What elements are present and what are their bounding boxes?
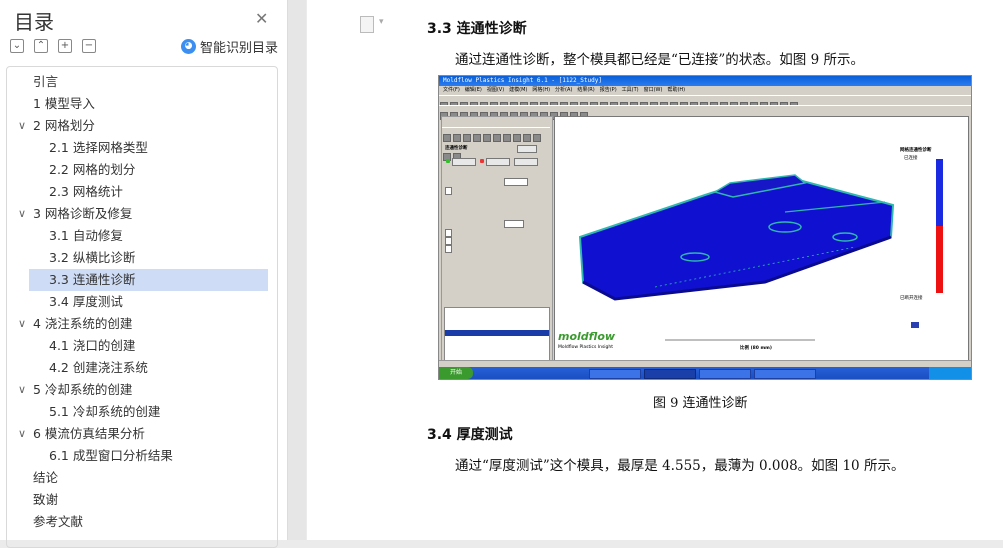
scale-label: 比例 (80 mm) [740,346,772,351]
close-icon[interactable]: ✕ [255,9,268,28]
remove-icon[interactable]: − [82,39,96,53]
window-title: Moldflow Plastics Insight 6.1 - [1122_St… [439,76,971,86]
mesh-model [578,159,943,341]
page-gutter [288,0,306,540]
smart-toc-button[interactable]: ◕ 智能识别目录 [181,37,278,56]
legend-top-label: 已连接 [904,156,918,161]
apply-button[interactable] [452,158,476,166]
document-icon[interactable] [360,16,374,33]
toc-item[interactable]: 5 冷却系统的创建 [33,379,132,401]
option-checkbox[interactable] [445,237,452,245]
tool-panel: 连通性诊断 [441,116,553,362]
toc-item[interactable]: 6 模流仿真结果分析 [33,423,145,445]
model-canvas[interactable]: 网格连通性诊断 已连接 已断开连接 moldflow Moldflow Plas… [554,116,969,362]
display-select[interactable] [504,220,524,228]
toc-item[interactable]: 3.4 厚度测试 [49,291,123,313]
toc-item[interactable]: 6.1 成型窗口分析结果 [49,445,173,467]
toc-item[interactable]: 引言 [33,71,58,93]
toc-item[interactable]: 5.1 冷却系统的创建 [49,401,160,423]
toc-item[interactable]: 3.2 纵横比诊断 [49,247,135,269]
entity-field[interactable] [504,178,528,186]
toc-item[interactable]: 2.1 选择网格类型 [49,137,148,159]
paragraph: 通过连通性诊断，整个模具都已经是“已连接”的状态。如图 9 所示。 [455,52,864,68]
task-button[interactable] [754,369,816,379]
legend-bottom-label: 已断开连接 [900,296,923,301]
toc-item[interactable]: 4.1 浇口的创建 [49,335,135,357]
layers-list[interactable] [444,307,550,361]
toolbar [439,95,971,110]
task-button[interactable] [699,369,751,379]
option-checkbox[interactable] [445,245,452,253]
toc-item[interactable]: 1 模型导入 [33,93,95,115]
chevron-down-icon[interactable]: ∨ [18,427,26,440]
toolbar [439,105,971,120]
section-heading: 3.4 厚度测试 [427,427,513,443]
taskbar: 开始 [439,367,971,379]
add-icon[interactable]: + [58,39,72,53]
brand-logo: moldflow [558,330,616,343]
close-icon[interactable] [480,159,484,163]
collapse-all-icon[interactable]: ⌄ [10,39,24,53]
toc-item[interactable]: 3 网格诊断及修复 [33,203,132,225]
figure-caption: 图 9 连通性诊断 [653,396,748,411]
toc-item[interactable]: 参考文献 [33,511,83,533]
task-button[interactable] [589,369,641,379]
toc-item[interactable]: 3.3 连通性诊断 [29,269,268,291]
close-button[interactable] [486,158,510,166]
brand-subtitle: Moldflow Plastics Insight [558,345,614,350]
task-button[interactable] [644,369,696,379]
tool-icons [442,127,550,161]
toc-item[interactable]: 2.3 网格统计 [49,181,123,203]
toc-item[interactable]: 4.2 创建浇注系统 [49,357,148,379]
toc-item[interactable]: 4 浇注系统的创建 [33,313,132,335]
start-button[interactable]: 开始 [439,367,473,379]
chevron-down-icon[interactable]: ▾ [379,17,384,27]
legend-disconnected [936,226,943,293]
legend-connected [936,159,943,226]
ai-icon: ◕ [181,39,196,54]
chevron-down-icon[interactable]: ∨ [18,207,26,220]
chevron-down-icon[interactable]: ∨ [18,317,26,330]
toc-title: 目录 [14,10,54,34]
toc-item[interactable]: 致谢 [33,489,58,511]
option-checkbox[interactable] [445,187,452,195]
smart-toc-label: 智能识别目录 [200,41,279,56]
toc-item[interactable]: 结论 [33,467,58,489]
toc-item[interactable]: 2 网格划分 [33,115,95,137]
help-button[interactable] [514,158,538,166]
toc-item[interactable]: 2.2 网格的划分 [49,159,135,181]
expand-up-icon[interactable]: ⌃ [34,39,48,53]
panel-title: 连通性诊断 [445,146,468,151]
chevron-down-icon[interactable]: ∨ [18,119,26,132]
system-tray [929,367,971,379]
apply-icon[interactable] [446,159,450,163]
panel-select[interactable] [517,145,537,153]
section-heading: 3.3 连通性诊断 [427,21,527,37]
paragraph: 通过“厚度测试”这个模具，最厚是 4.555，最薄为 0.008。如图 10 所… [455,458,905,474]
option-checkbox[interactable] [445,229,452,237]
figure-9-screenshot: Moldflow Plastics Insight 6.1 - [1122_St… [438,75,972,380]
toc-sidebar: 目录 ✕ ⌄ ⌃ + − ◕ 智能识别目录 引言 1 模型导入 2 网格划分 ∨ 2.1… [0,0,288,548]
document-page: ▾ 3.3 连通性诊断 通过连通性诊断，整个模具都已经是“已连接”的状态。如图 … [307,0,1003,540]
toc-item[interactable]: 3.1 自动修复 [49,225,123,247]
legend-title: 网格连通性诊断 [900,148,932,153]
selected-layer[interactable] [445,330,549,336]
chevron-down-icon[interactable]: ∨ [18,383,26,396]
menu-bar: 文件(F) 编辑(E) 视图(V) 建模(M) 网格(H) 分析(A) 结果(R… [443,87,686,93]
